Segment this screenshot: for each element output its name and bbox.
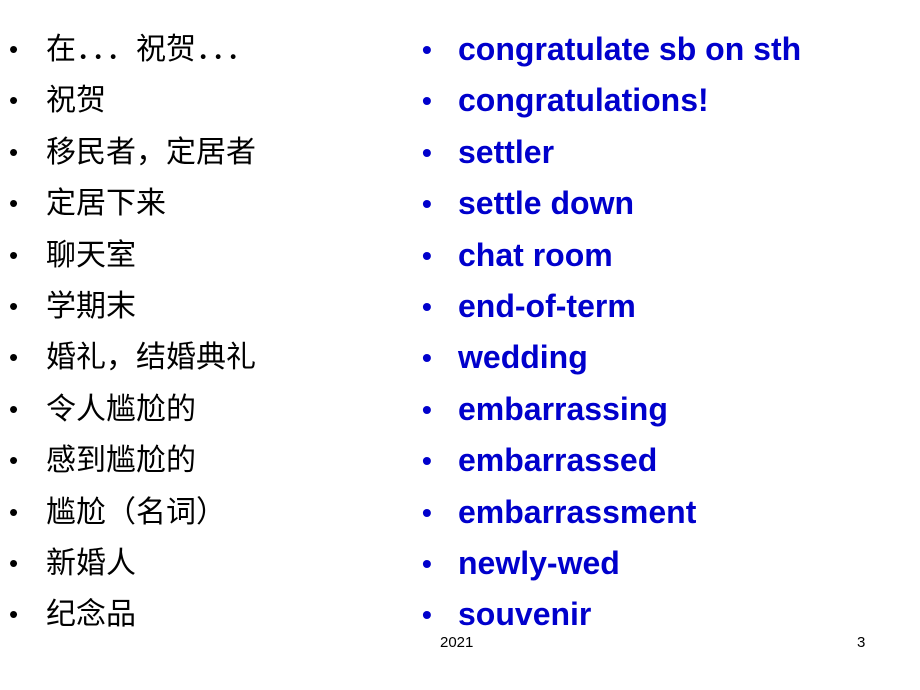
english-term: souvenir: [458, 596, 592, 633]
english-term: embarrassing: [458, 390, 668, 427]
list-item: • chat room: [415, 230, 915, 281]
bullet-icon: •: [422, 599, 432, 631]
chinese-term: 移民者，定居者: [46, 134, 256, 170]
bullet-icon: •: [9, 393, 19, 424]
list-item: • embarrassed: [415, 435, 915, 486]
list-item: • 尴尬（名词）: [0, 487, 410, 538]
list-item: • settler: [415, 127, 915, 178]
footer-year: 2021: [440, 634, 474, 651]
bullet-icon: •: [422, 445, 432, 477]
english-term: newly-wed: [458, 544, 620, 581]
bullet-icon: •: [422, 496, 432, 528]
english-term: settler: [458, 133, 555, 170]
bullet-icon: •: [422, 547, 432, 579]
chinese-term: 聊天室: [46, 237, 136, 273]
chinese-term: 尴尬（名词）: [46, 494, 226, 530]
list-item: • end-of-term: [415, 281, 915, 332]
bullet-icon: •: [9, 599, 19, 630]
bullet-icon: •: [422, 34, 432, 65]
list-item: • 学期末: [0, 281, 410, 332]
list-item: • 令人尴尬的: [0, 384, 410, 435]
list-item: • embarrassing: [415, 384, 915, 435]
chinese-term: 婚礼，结婚典礼: [46, 340, 256, 376]
bullet-icon: •: [422, 393, 432, 425]
list-item: • 定居下来: [0, 178, 410, 229]
english-term: embarrassed: [458, 442, 658, 479]
bullet-icon: •: [9, 342, 19, 373]
list-item: • 移民者，定居者: [0, 127, 410, 178]
chinese-term: 感到尴尬的: [46, 443, 196, 479]
chinese-term-list: • 在．．．祝贺．．． • 祝贺 • 移民者，定居者 • 定居下来 • 聊天室 • 学期末 …: [0, 24, 410, 641]
bullet-icon: •: [422, 239, 432, 271]
english-term: chat room: [458, 236, 613, 273]
chinese-term: 学期末: [46, 288, 136, 324]
english-term: end-of-term: [458, 287, 636, 324]
chinese-term: 在．．．祝贺．．．: [46, 32, 256, 67]
list-item: • 婚礼，结婚典礼: [0, 332, 410, 383]
list-item: • settle down: [415, 178, 915, 229]
chinese-term: 新婚人: [46, 545, 136, 581]
list-item: • 聊天室: [0, 230, 410, 281]
list-item: • congratulate sb on sth: [415, 24, 915, 75]
list-item: • wedding: [415, 332, 915, 383]
bullet-icon: •: [422, 290, 432, 322]
bullet-icon: •: [9, 290, 19, 321]
list-item: • newly-wed: [415, 538, 915, 589]
list-item: • 纪念品: [0, 589, 410, 640]
list-item: • 感到尴尬的: [0, 435, 410, 486]
english-term-list: • congratulate sb on sth • congratulations…: [415, 24, 915, 641]
list-item: • congratulations!: [415, 75, 915, 126]
list-item: • 祝贺: [0, 75, 410, 126]
bullet-icon: •: [9, 496, 19, 527]
bullet-icon: •: [422, 85, 432, 117]
bullet-icon: •: [9, 34, 19, 64]
list-item: • 在．．．祝贺．．．: [0, 24, 410, 75]
chinese-term: 令人尴尬的: [46, 391, 196, 427]
bullet-icon: •: [9, 85, 19, 116]
bullet-icon: •: [422, 188, 432, 220]
english-term: embarrassment: [458, 493, 697, 530]
list-item: • 新婚人: [0, 538, 410, 589]
bullet-icon: •: [9, 188, 19, 219]
bullet-icon: •: [422, 136, 432, 168]
chinese-term: 祝贺: [46, 83, 106, 119]
chinese-term: 纪念品: [46, 597, 136, 633]
chinese-term: 定居下来: [46, 186, 166, 222]
english-term: settle down: [458, 185, 635, 222]
english-term: wedding: [458, 339, 588, 376]
bullet-icon: •: [9, 239, 19, 270]
bullet-icon: •: [9, 136, 19, 167]
english-term: congratulate sb on sth: [458, 31, 802, 67]
bullet-icon: •: [9, 547, 19, 578]
list-item: • souvenir: [415, 589, 915, 640]
page-number: 3: [857, 634, 866, 651]
english-term: congratulations!: [458, 82, 709, 119]
bullet-icon: •: [9, 445, 19, 476]
bullet-icon: •: [422, 342, 432, 374]
list-item: • embarrassment: [415, 487, 915, 538]
